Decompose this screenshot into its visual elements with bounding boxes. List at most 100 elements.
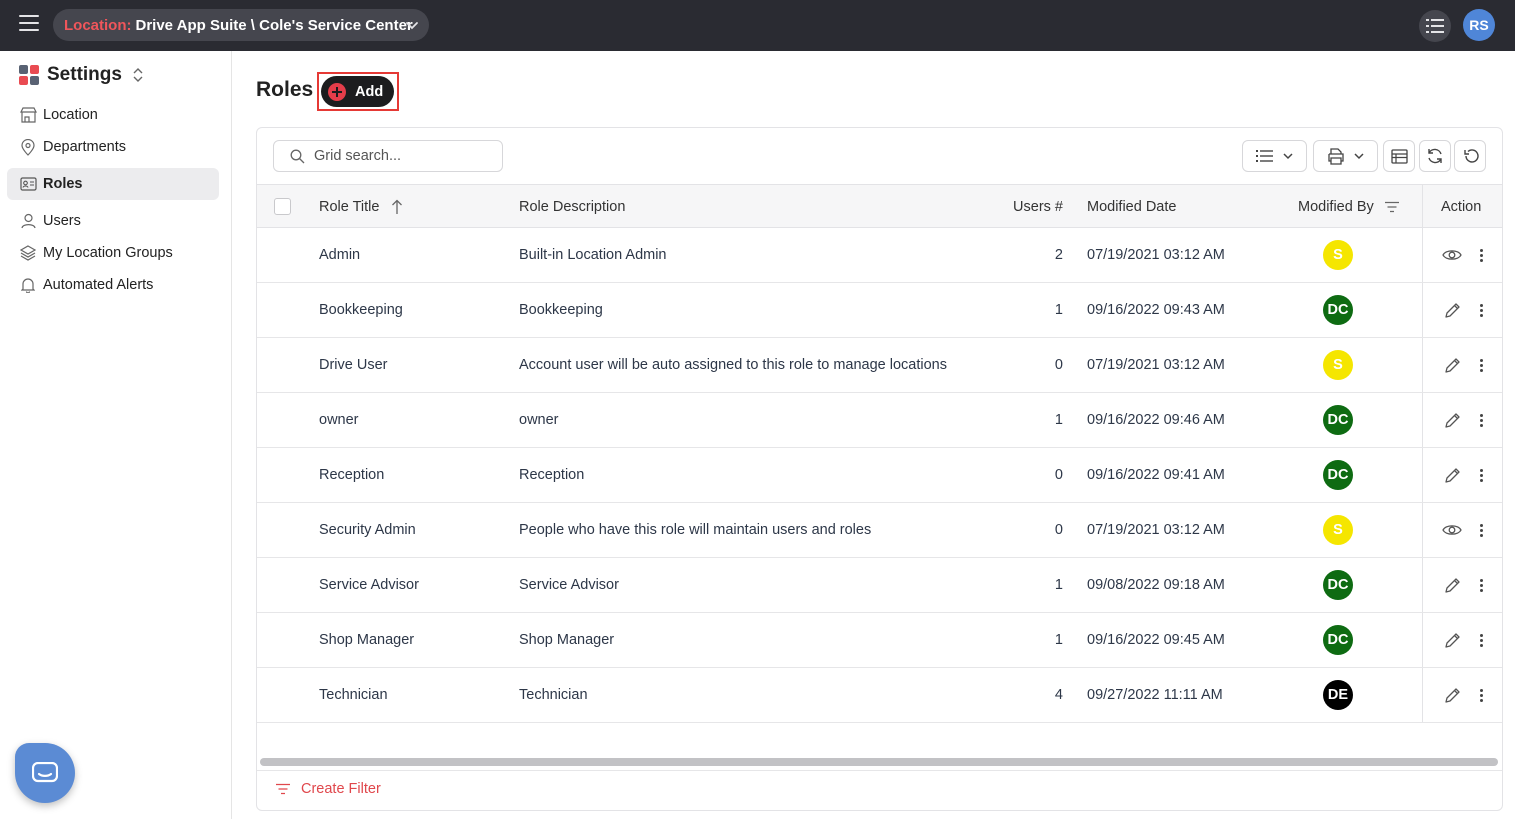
chat-button[interactable] [15,743,75,803]
sidebar-item-automated-alerts[interactable]: Automated Alerts [7,269,219,301]
table-row[interactable]: Reception Reception 0 09/16/2022 09:41 AM DC [257,448,1502,503]
map-pin-icon [19,138,37,156]
reset-button[interactable] [1454,140,1486,172]
role-description-cell: Technician [519,687,588,703]
table-row[interactable]: Technician Technician 4 09/27/2022 11:11 AM… [257,668,1502,723]
role-title-cell: Reception [319,467,385,483]
role-description-cell: People who have this role will maintain … [519,522,872,538]
users-count-cell: 1 [1054,302,1063,318]
refresh-button[interactable] [1419,140,1451,172]
view-button[interactable] [1441,228,1463,282]
divider [257,770,1502,771]
add-button-label: Add [355,83,384,100]
edit-button[interactable] [1441,668,1463,722]
sidebar-item-location[interactable]: Location [7,99,219,131]
modified-by-avatar: S [1323,240,1353,270]
grid-header: Role Title Role Description Users # Modi… [257,184,1502,228]
more-vertical-icon [1479,522,1483,539]
edit-button[interactable] [1441,393,1463,447]
edit-button[interactable] [1441,448,1463,502]
task-list-button[interactable] [1419,10,1451,42]
users-count-cell: 0 [1054,357,1063,373]
view-button[interactable] [1441,503,1463,557]
modified-by-avatar: DC [1323,460,1353,490]
column-header-users[interactable]: Users # [957,185,1063,228]
sidebar-item-users[interactable]: Users [7,205,219,237]
role-title-cell: Admin [319,247,361,263]
chevron-down-icon [1282,153,1293,160]
eye-icon [1442,523,1462,537]
settings-switcher[interactable]: Settings [19,63,144,87]
column-label: Users # [1013,198,1063,215]
row-more-button[interactable] [1471,338,1491,392]
user-avatar[interactable]: RS [1463,9,1495,41]
list-icon [1426,19,1444,33]
columns-menu-button[interactable] [1242,140,1307,172]
edit-button[interactable] [1441,613,1463,667]
chevron-down-icon [1353,153,1364,160]
hamburger-menu-icon[interactable] [19,15,41,35]
table-row[interactable]: Service Advisor Service Advisor 1 09/08/202… [257,558,1502,613]
modified-by-avatar: S [1323,515,1353,545]
page-title: Roles [256,78,314,101]
column-label: Modified By [1298,198,1374,215]
column-header-modified-date[interactable]: Modified Date [1087,185,1176,228]
row-more-button[interactable] [1471,228,1491,282]
column-header-role-description[interactable]: Role Description [519,185,625,228]
id-card-icon [19,175,37,193]
row-more-button[interactable] [1471,448,1491,502]
edit-button[interactable] [1441,283,1463,337]
row-more-button[interactable] [1471,393,1491,447]
location-selector[interactable]: Location: Drive App Suite \ Cole's Servi… [53,9,429,41]
row-more-button[interactable] [1471,558,1491,612]
sidebar-item-label: Automated Alerts [43,277,154,293]
users-count-cell: 2 [1054,247,1063,263]
filter-icon[interactable] [1384,201,1400,213]
sidebar-item-my-location-groups[interactable]: My Location Groups [7,237,219,269]
pencil-icon [1444,412,1461,429]
column-header-modified-by[interactable]: Modified By [1298,185,1400,228]
row-more-button[interactable] [1471,283,1491,337]
sidebar-item-roles[interactable]: Roles [7,168,219,200]
role-description-cell: Service Advisor [519,577,619,593]
pencil-icon [1444,302,1461,319]
row-more-button[interactable] [1471,668,1491,722]
role-description-cell: Account user will be auto assigned to th… [519,357,947,373]
select-all-checkbox[interactable] [274,198,291,215]
table-row[interactable]: Security Admin People who have this role … [257,503,1502,558]
chevron-down-icon [406,22,418,30]
row-more-button[interactable] [1471,503,1491,557]
apps-icon [19,65,39,85]
sidebar: Settings Location Departments Roles User… [0,51,232,819]
table-row[interactable]: Admin Built-in Location Admin 2 07/19/2021 … [257,228,1502,283]
users-count-cell: 0 [1054,522,1063,538]
export-menu-button[interactable] [1313,140,1378,172]
modified-date-cell: 07/19/2021 03:12 AM [1087,247,1225,263]
sidebar-item-label: My Location Groups [43,245,173,261]
modified-by-avatar: DC [1323,570,1353,600]
column-header-role-title[interactable]: Role Title [319,185,403,228]
printer-icon [1327,147,1344,165]
sidebar-item-departments[interactable]: Departments [7,131,219,163]
horizontal-scrollbar[interactable] [260,758,1498,766]
search-input[interactable] [314,148,494,164]
users-count-cell: 0 [1054,467,1063,483]
row-more-button[interactable] [1471,613,1491,667]
create-filter-label: Create Filter [301,781,381,797]
table-row[interactable]: Drive User Account user will be auto assi… [257,338,1502,393]
table-row[interactable]: Bookkeeping Bookkeeping 1 09/16/2022 09:43 … [257,283,1502,338]
settings-title: Settings [47,64,122,85]
edit-button[interactable] [1441,558,1463,612]
create-filter-button[interactable]: Create Filter [275,781,381,797]
table-row[interactable]: owner owner 1 09/16/2022 09:46 AM DC [257,393,1502,448]
pencil-icon [1444,577,1461,594]
table-row[interactable]: Shop Manager Shop Manager 1 09/16/2022 09:4… [257,613,1502,668]
role-title-cell: Drive User [319,357,388,373]
eye-icon [1442,248,1462,262]
role-title-cell: Technician [319,687,388,703]
role-description-cell: Reception [519,467,585,483]
column-chooser-button[interactable] [1383,140,1415,172]
add-role-button[interactable]: Add [321,76,394,107]
edit-button[interactable] [1441,338,1463,392]
grid-search[interactable] [273,140,503,172]
